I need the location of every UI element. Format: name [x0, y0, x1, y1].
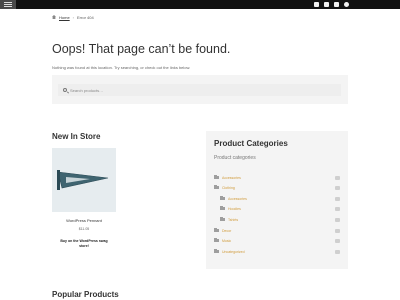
- breadcrumb-separator: ›: [72, 14, 75, 20]
- folder-icon: [214, 227, 219, 233]
- category-label: Decor: [222, 228, 232, 233]
- breadcrumb-home-link[interactable]: Home: [59, 15, 70, 20]
- social-links: [314, 2, 349, 7]
- home-icon: [52, 15, 56, 19]
- category-label: Music: [222, 238, 232, 243]
- category-item-clothing-accessories[interactable]: Accessories: [220, 195, 247, 201]
- category-count-badge: [335, 176, 340, 180]
- popular-products-heading: Popular Products: [52, 290, 119, 299]
- category-item-uncategorized[interactable]: Uncategorized: [214, 248, 245, 254]
- category-item-decor[interactable]: Decor: [214, 227, 232, 233]
- category-count-badge: [335, 197, 340, 201]
- search-icon: [63, 88, 67, 92]
- product-categories-heading: Product Categories: [214, 139, 288, 148]
- facebook-icon[interactable]: [314, 2, 319, 7]
- pennant-graphic: [57, 170, 109, 190]
- category-item-accessories[interactable]: Accessories: [214, 174, 241, 180]
- category-item-music[interactable]: Music: [214, 237, 232, 243]
- category-label: Accessories: [228, 196, 247, 201]
- folder-icon: [220, 205, 225, 211]
- folder-icon: [214, 184, 219, 190]
- product-search-input[interactable]: Search products…: [58, 84, 341, 96]
- breadcrumb: Home › Error 404: [52, 14, 94, 20]
- folder-icon: [220, 216, 225, 222]
- page-title: Oops! That page can’t be found.: [52, 42, 231, 56]
- product-categories-subheading: Product categories: [214, 155, 256, 161]
- category-item-clothing[interactable]: Clothing: [214, 184, 235, 190]
- category-label: Hoodies: [228, 206, 241, 211]
- category-label: Clothing: [222, 185, 235, 190]
- not-found-message: Nothing was found at this location. Try …: [52, 65, 191, 70]
- folder-icon: [214, 248, 219, 254]
- button-label-line-2: store!: [79, 244, 89, 248]
- instagram-icon[interactable]: [334, 2, 339, 7]
- product-price: $11.05: [78, 227, 90, 231]
- breadcrumb-current: Error 404: [77, 14, 94, 20]
- folder-icon: [214, 174, 219, 180]
- category-label: Uncategorized: [222, 249, 245, 254]
- product-image-wordpress-pennant[interactable]: [52, 148, 116, 212]
- product-title[interactable]: WordPress Pennant: [52, 218, 116, 223]
- new-in-store-heading: New In Store: [52, 132, 101, 141]
- category-count-badge: [335, 218, 340, 222]
- folder-icon: [220, 195, 225, 201]
- category-count-badge: [335, 229, 340, 233]
- category-item-tshirts[interactable]: Tshirts: [220, 216, 239, 222]
- twitter-icon[interactable]: [324, 2, 329, 7]
- pinterest-icon[interactable]: [344, 2, 349, 7]
- category-count-badge: [335, 239, 340, 243]
- hamburger-icon[interactable]: [0, 0, 16, 9]
- folder-icon: [214, 237, 219, 243]
- category-item-hoodies[interactable]: Hoodies: [220, 205, 241, 211]
- category-label: Tshirts: [228, 217, 239, 222]
- category-count-badge: [335, 250, 340, 254]
- category-label: Accessories: [222, 175, 241, 180]
- category-count-badge: [335, 207, 340, 211]
- buy-on-swag-store-button[interactable]: Buy on the WordPress swag store!: [60, 239, 108, 249]
- category-count-badge: [335, 186, 340, 190]
